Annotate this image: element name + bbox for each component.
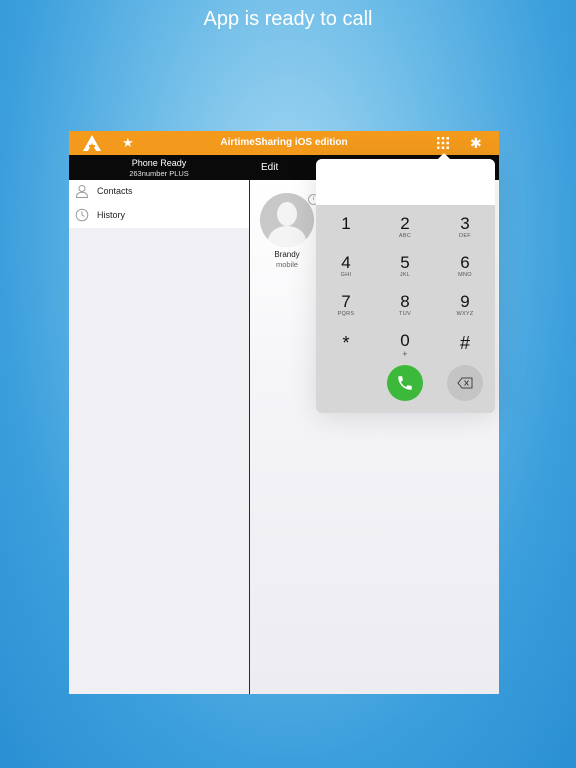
sidebar-item-contacts[interactable]: Contacts — [69, 180, 249, 204]
key-3[interactable]: 3 DEF — [440, 215, 490, 251]
key-1[interactable]: 1 — [321, 215, 371, 251]
call-button[interactable] — [387, 365, 423, 401]
contact-phone-type: mobile — [275, 260, 299, 269]
key-hash[interactable]: # — [440, 331, 490, 367]
top-toolbar: ★ AirtimeSharing iOS edition ✱ — [69, 131, 499, 155]
key-6[interactable]: 6 MNO — [440, 254, 490, 290]
screenshot-caption: App is ready to call — [203, 8, 373, 30]
key-2[interactable]: 2 ABC — [380, 215, 430, 251]
key-5[interactable]: 5 JKL — [380, 254, 430, 290]
sidebar: Contacts History — [69, 180, 250, 694]
avatar-head-shape — [277, 202, 297, 226]
key-4[interactable]: 4 GHI — [321, 254, 371, 290]
phone-icon — [398, 376, 412, 390]
key-8[interactable]: 8 TUV — [380, 293, 430, 329]
keypad-grid-icon[interactable] — [437, 137, 449, 149]
key-7[interactable]: 7 PQRS — [321, 293, 371, 329]
contact-card[interactable]: i Brandy mobile — [259, 193, 319, 269]
person-icon — [75, 185, 89, 198]
sidebar-item-label: History — [97, 210, 126, 220]
avatar — [260, 193, 314, 247]
clock-icon — [75, 208, 89, 222]
gear-icon[interactable]: ✱ — [470, 134, 482, 152]
contact-name: Brandy — [274, 250, 300, 259]
dialed-number-display[interactable] — [316, 159, 495, 205]
dialpad-popover: 1 2 ABC 3 DEF 4 GHI 5 JKL 6 MNO 7 PQRS 8… — [316, 153, 495, 413]
key-9[interactable]: 9 WXYZ — [440, 293, 490, 329]
backspace-button[interactable] — [447, 365, 483, 401]
app-title: AirtimeSharing iOS edition — [220, 137, 348, 148]
backspace-icon — [457, 377, 473, 389]
key-star[interactable]: * — [321, 331, 371, 367]
phone-status: Phone Ready — [131, 158, 187, 168]
edit-button[interactable]: Edit — [261, 162, 278, 173]
key-0[interactable]: 0 + — [380, 332, 430, 368]
sidebar-item-label: Contacts — [97, 186, 133, 196]
avatar-body-shape — [268, 226, 306, 247]
account-number: 263number PLUS — [129, 169, 189, 178]
sidebar-item-history[interactable]: History — [69, 204, 249, 228]
